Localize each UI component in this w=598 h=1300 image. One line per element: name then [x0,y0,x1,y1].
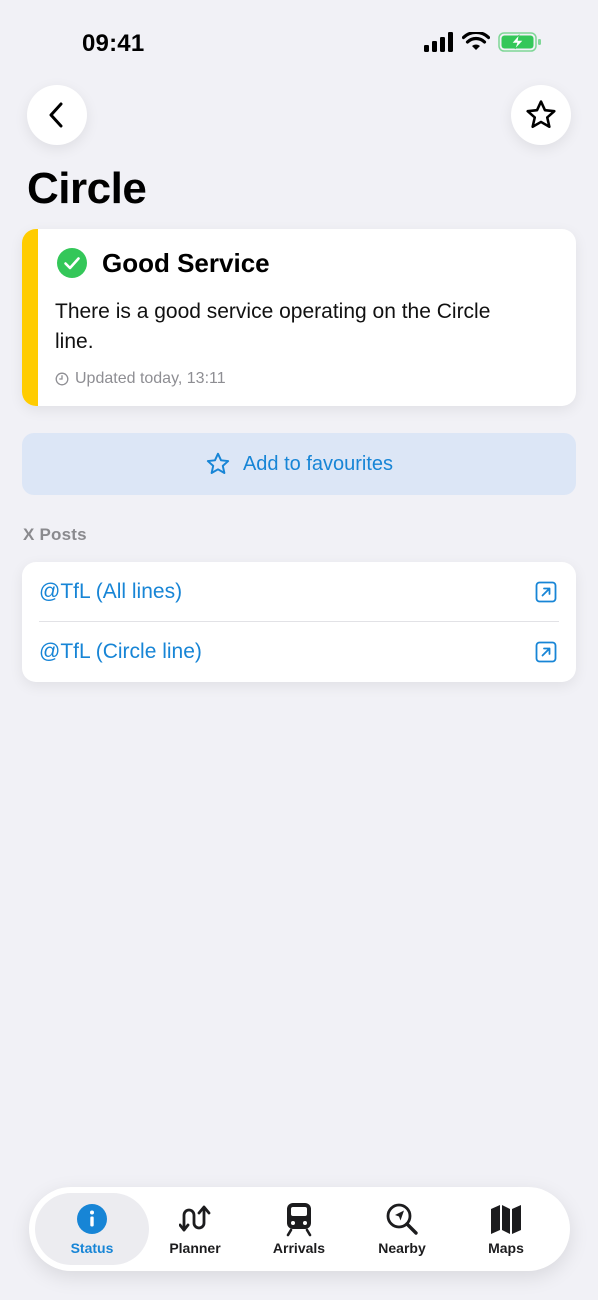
x-post-link-circle-line[interactable]: @TfL (Circle line) [22,622,576,682]
tab-label: Status [70,1240,114,1256]
map-icon [489,1202,523,1236]
info-icon [76,1202,108,1236]
external-link-icon [535,641,557,663]
add-to-favourites-label: Add to favourites [242,452,394,475]
favourite-toggle-button[interactable] [511,85,571,145]
checkmark-circle-icon [57,248,87,278]
page-title: Circle [27,164,147,213]
status-updated: Updated today, 13:11 [55,370,226,388]
x-post-link-label: @TfL (Circle line) [39,640,202,663]
star-outline-icon [206,452,230,474]
tab-label: Maps [488,1240,524,1256]
tab-bar: Status Planner Arrivals Nearby Maps [29,1187,570,1271]
tab-arrivals[interactable]: Arrivals [247,1193,351,1265]
add-to-favourites-button[interactable]: Add to favourites [22,433,576,495]
tab-status[interactable]: Status [35,1193,149,1265]
wifi-icon [462,32,490,50]
tab-label: Arrivals [272,1240,326,1256]
search-location-icon [385,1202,419,1236]
battery-charging-icon [498,32,541,52]
status-heading-text: Good Service [102,247,270,278]
clock-icon [55,372,69,386]
tab-planner[interactable]: Planner [143,1193,247,1265]
signal-icon [424,32,453,52]
tab-maps[interactable]: Maps [454,1193,558,1265]
status-icons [424,32,542,52]
back-button[interactable] [27,85,87,145]
status-heading: Good Service [56,247,270,279]
tab-label: Nearby [378,1240,426,1256]
star-outline-icon [526,100,556,129]
x-post-link-all-lines[interactable]: @TfL (All lines) [22,562,576,622]
train-icon [283,1202,315,1237]
chevron-left-icon [49,102,63,128]
tab-label: Planner [169,1240,221,1256]
status-card: Good Service There is a good service ope… [22,229,576,406]
x-posts-section-title: X Posts [23,525,87,544]
external-link-icon [535,581,557,603]
status-time: 09:41 [82,30,145,57]
x-post-link-label: @TfL (All lines) [39,580,183,603]
route-icon [179,1202,211,1236]
tab-nearby[interactable]: Nearby [350,1193,454,1265]
x-posts-list: @TfL (All lines) @TfL (Circle line) [22,562,576,682]
status-updated-text: Updated today, 13:11 [75,370,226,387]
line-color-bar [22,229,38,406]
status-description: There is a good service operating on the… [55,300,491,353]
